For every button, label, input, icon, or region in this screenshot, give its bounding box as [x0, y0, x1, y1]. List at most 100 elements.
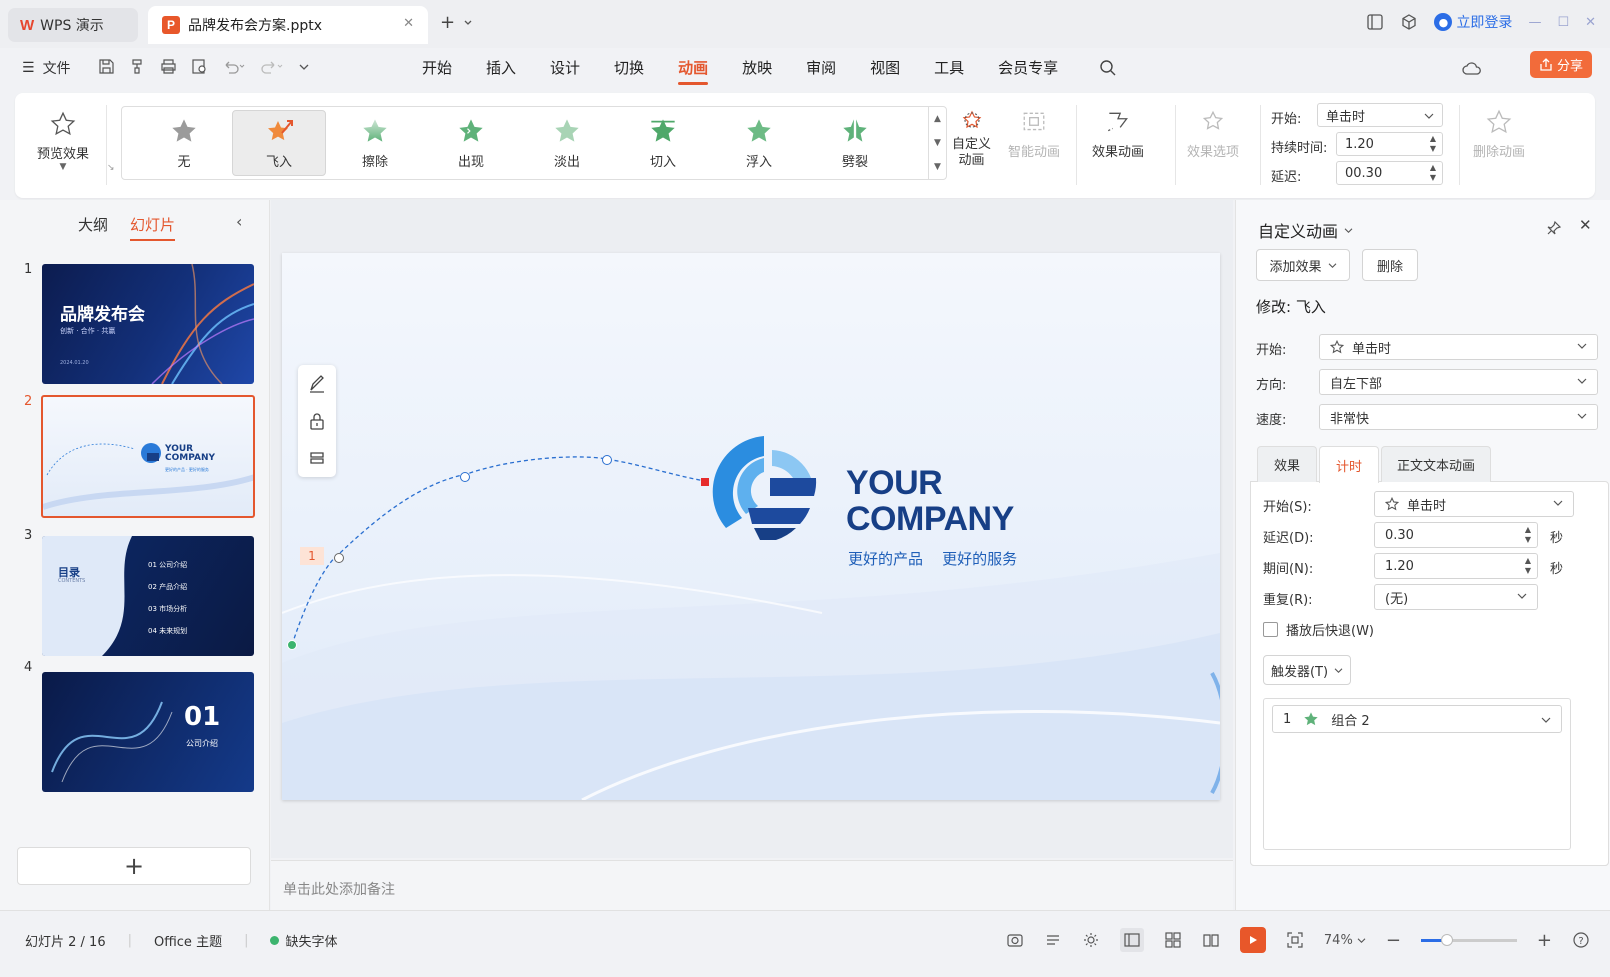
layout-icon[interactable] [1366, 13, 1384, 31]
tab-view[interactable]: 视图 [853, 56, 917, 80]
reading-view-icon[interactable] [1202, 931, 1220, 949]
gallery-scroll-up-icon[interactable]: ▲ [934, 114, 941, 124]
theme-name[interactable]: Office 主题 [154, 931, 222, 950]
timing-repeat-select[interactable]: (无) [1374, 584, 1538, 610]
print-preview-icon[interactable] [191, 58, 208, 75]
undo-icon[interactable] [222, 58, 246, 75]
duration-stepper[interactable]: 1.20 ▲ ▼ [1336, 132, 1443, 156]
gallery-expand-icon[interactable]: ▼ [934, 162, 941, 172]
close-pane-icon[interactable]: ✕ [1579, 216, 1592, 234]
effect-cut-in[interactable]: 切入 [616, 110, 710, 176]
slide-thumbnail-1[interactable]: 品牌发布会 创新 · 合作 · 共赢 2024.01.20 [42, 264, 254, 384]
checkbox-box[interactable] [1263, 622, 1278, 637]
start-select[interactable]: 单击时 [1317, 103, 1443, 127]
company-tagline[interactable]: 更好的产品 更好的服务 [848, 548, 1017, 569]
missing-font-indicator[interactable]: 缺失字体 [270, 931, 337, 950]
stepper-arrows-icon[interactable]: ▲ ▼ [1430, 134, 1436, 154]
screenshot-icon[interactable] [1006, 931, 1024, 949]
login-button[interactable]: ● 立即登录 [1434, 12, 1512, 32]
cube-icon[interactable] [1400, 13, 1418, 31]
slide-thumbnail-3[interactable]: 目录 CONTENTS 01 公司介绍 02 产品介绍 03 市场分析 04 未… [42, 536, 254, 656]
chevron-down-icon[interactable] [463, 18, 473, 28]
tab-slides[interactable]: 幻灯片 [130, 214, 176, 241]
delete-effect-button[interactable]: 删除 [1362, 249, 1418, 281]
effect-options-button[interactable]: 效果选项 [1187, 109, 1239, 160]
tab-home[interactable]: 开始 [405, 56, 469, 80]
normal-view-icon[interactable] [1119, 928, 1144, 952]
effect-none[interactable]: 无 [137, 110, 231, 176]
play-slideshow-button[interactable] [1239, 927, 1266, 953]
effect-wipe[interactable]: 擦除 [328, 110, 422, 176]
stepper-arrows-icon[interactable]: ▲ ▼ [1525, 556, 1531, 576]
fit-to-window-icon[interactable] [1286, 931, 1304, 949]
tab-transition[interactable]: 切换 [597, 56, 661, 80]
help-icon[interactable]: ? [1572, 931, 1590, 949]
settings-icon[interactable] [1082, 931, 1100, 949]
chevron-down-icon[interactable] [1541, 716, 1551, 724]
start-select[interactable]: 单击时 [1319, 334, 1598, 360]
animation-list-item[interactable]: 1 组合 2 [1272, 705, 1562, 733]
close-window-icon[interactable]: ✕ [1585, 15, 1596, 30]
tab-design[interactable]: 设计 [533, 56, 597, 80]
tab-animation[interactable]: 动画 [661, 56, 725, 85]
stepper-arrows-icon[interactable]: ▲ ▼ [1430, 163, 1436, 183]
slide-canvas[interactable]: 1 YOUR COMPANY 更好的产品 更好的服务 [282, 253, 1220, 800]
delete-animation-button[interactable]: 删除动画 [1473, 109, 1525, 160]
effect-fly-in[interactable]: 飞入 [232, 110, 326, 176]
effect-fade[interactable]: 淡出 [520, 110, 614, 176]
delay-stepper[interactable]: 00.30 ▲ ▼ [1336, 161, 1443, 185]
close-tab-icon[interactable]: ✕ [403, 16, 414, 31]
timing-delay-stepper[interactable]: 0.30 ▲ ▼ [1374, 522, 1538, 548]
tab-slideshow[interactable]: 放映 [725, 56, 789, 80]
tab-timing[interactable]: 计时 [1319, 446, 1379, 483]
gallery-launcher-icon[interactable]: ↘ [107, 163, 115, 173]
search-icon[interactable] [1099, 59, 1117, 77]
new-tab-plus-icon[interactable]: + [440, 12, 455, 33]
app-home-tab[interactable]: W WPS 演示 [8, 8, 138, 42]
tab-tools[interactable]: 工具 [917, 56, 981, 80]
zoom-in-icon[interactable]: + [1537, 930, 1552, 951]
format-painter-icon[interactable] [129, 58, 146, 75]
minimize-icon[interactable]: — [1528, 15, 1541, 30]
file-menu[interactable]: ☰ 文件 [22, 58, 71, 78]
pane-title[interactable]: 自定义动画 [1258, 218, 1353, 242]
add-effect-button[interactable]: 添加效果 [1256, 249, 1350, 281]
stepper-arrows-icon[interactable]: ▲ ▼ [1525, 525, 1531, 545]
gallery-scroll-down-icon[interactable]: ▼ [934, 138, 941, 148]
tab-review[interactable]: 审阅 [789, 56, 853, 80]
animation-order-tag[interactable]: 1 [300, 547, 324, 565]
notes-area[interactable]: 单击此处添加备注 [271, 860, 1233, 910]
effect-float-in[interactable]: 浮入 [712, 110, 806, 176]
company-name[interactable]: YOUR COMPANY [846, 465, 1014, 537]
cloud-sync-icon[interactable] [1462, 60, 1482, 78]
custom-animation-button[interactable]: 自定义 动画 [952, 109, 991, 169]
effect-appear[interactable]: 出现 [424, 110, 518, 176]
add-slide-button[interactable]: + [17, 847, 251, 885]
path-animation-button[interactable]: 效果动画 [1092, 109, 1144, 160]
trigger-button[interactable]: 触发器(T) [1263, 655, 1351, 685]
slide-thumbnail-4[interactable]: 01 公司介绍 [42, 672, 254, 792]
pin-icon[interactable] [1546, 220, 1562, 236]
rewind-checkbox[interactable]: 播放后快退(W) [1263, 620, 1374, 639]
path-start-point[interactable] [287, 640, 297, 650]
lock-icon[interactable] [307, 411, 327, 431]
zoom-slider-handle[interactable] [1440, 933, 1453, 946]
company-logo-mark[interactable] [702, 428, 832, 558]
maximize-icon[interactable]: ☐ [1557, 15, 1569, 30]
slide-sorter-icon[interactable] [1164, 931, 1182, 949]
arrange-icon[interactable] [307, 448, 327, 468]
direction-select[interactable]: 自左下部 [1319, 369, 1598, 395]
tab-text-animation[interactable]: 正文文本动画 [1381, 446, 1491, 482]
zoom-select[interactable]: 74% [1324, 933, 1366, 948]
collapse-panel-icon[interactable]: ‹ [236, 212, 242, 231]
tab-effect[interactable]: 效果 [1257, 446, 1317, 482]
effect-split[interactable]: 劈裂 [808, 110, 902, 176]
document-tab[interactable]: P 品牌发布会方案.pptx ✕ [148, 6, 428, 44]
redo-icon[interactable] [260, 58, 284, 75]
print-icon[interactable] [160, 58, 177, 75]
customize-toolbar-chevron-icon[interactable] [298, 58, 310, 75]
smart-animation-button[interactable]: 智能动画 [1008, 109, 1060, 160]
notes-toggle-icon[interactable] [1044, 931, 1062, 949]
speed-select[interactable]: 非常快 [1319, 404, 1598, 430]
timing-period-stepper[interactable]: 1.20 ▲ ▼ [1374, 553, 1538, 579]
